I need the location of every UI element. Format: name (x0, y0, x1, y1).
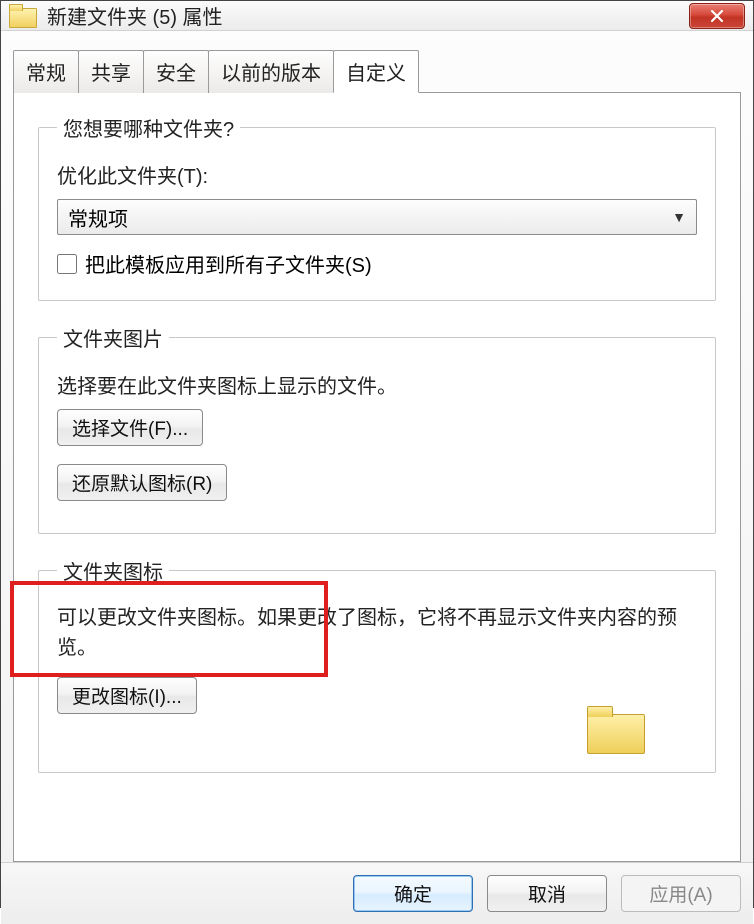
tab-previous-versions[interactable]: 以前的版本 (208, 50, 334, 93)
tab-security[interactable]: 安全 (143, 50, 209, 93)
choose-file-button[interactable]: 选择文件(F)... (57, 409, 203, 446)
group-folder-picture: 文件夹图片 选择要在此文件夹图标上显示的文件。 选择文件(F)... 还原默认图… (38, 323, 716, 534)
folder-picture-desc: 选择要在此文件夹图标上显示的文件。 (57, 370, 697, 399)
chevron-down-icon: ▼ (672, 209, 686, 225)
tabpanel-customize: 您想要哪种文件夹? 优化此文件夹(T): 常规项 ▼ 把此模板应用到所有子文件夹… (13, 92, 741, 862)
group-folder-icon: 文件夹图标 可以更改文件夹图标。如果更改了图标，它将不再显示文件夹内容的预览。 … (38, 556, 716, 773)
group-folder-type: 您想要哪种文件夹? 优化此文件夹(T): 常规项 ▼ 把此模板应用到所有子文件夹… (38, 113, 716, 301)
optimize-dropdown[interactable]: 常规项 ▼ (57, 199, 697, 235)
ok-button[interactable]: 确定 (353, 875, 473, 912)
content-area: 常规 共享 安全 以前的版本 自定义 您想要哪种文件夹? 优化此文件夹(T): … (1, 31, 753, 862)
tab-customize[interactable]: 自定义 (333, 50, 419, 93)
group-folder-type-legend: 您想要哪种文件夹? (57, 113, 240, 142)
optimize-dropdown-value: 常规项 (68, 203, 128, 232)
titlebar: 新建文件夹 (5) 属性 (1, 1, 753, 31)
change-icon-button[interactable]: 更改图标(I)... (57, 677, 197, 714)
close-icon (709, 8, 725, 24)
tab-sharing[interactable]: 共享 (78, 50, 144, 93)
folder-preview-icon (587, 706, 645, 754)
dialog-buttons: 确定 取消 应用(A) (1, 862, 753, 924)
tab-general[interactable]: 常规 (13, 50, 79, 93)
restore-default-button[interactable]: 还原默认图标(R) (57, 464, 227, 501)
optimize-label: 优化此文件夹(T): (57, 160, 697, 189)
close-button[interactable] (689, 3, 745, 29)
window-title: 新建文件夹 (5) 属性 (47, 1, 689, 30)
cancel-button[interactable]: 取消 (487, 875, 607, 912)
group-folder-icon-legend: 文件夹图标 (57, 556, 169, 585)
apply-subfolders-row[interactable]: 把此模板应用到所有子文件夹(S) (57, 249, 697, 278)
properties-window: 新建文件夹 (5) 属性 常规 共享 安全 以前的版本 自定义 您想要哪种文件夹… (0, 0, 754, 908)
folder-icon-desc: 可以更改文件夹图标。如果更改了图标，它将不再显示文件夹内容的预览。 (57, 603, 697, 663)
group-folder-picture-legend: 文件夹图片 (57, 323, 169, 352)
apply-subfolders-label: 把此模板应用到所有子文件夹(S) (85, 249, 372, 278)
apply-subfolders-checkbox[interactable] (57, 254, 77, 274)
tabbar: 常规 共享 安全 以前的版本 自定义 (13, 49, 741, 92)
apply-button[interactable]: 应用(A) (621, 875, 741, 912)
folder-icon (9, 4, 37, 28)
